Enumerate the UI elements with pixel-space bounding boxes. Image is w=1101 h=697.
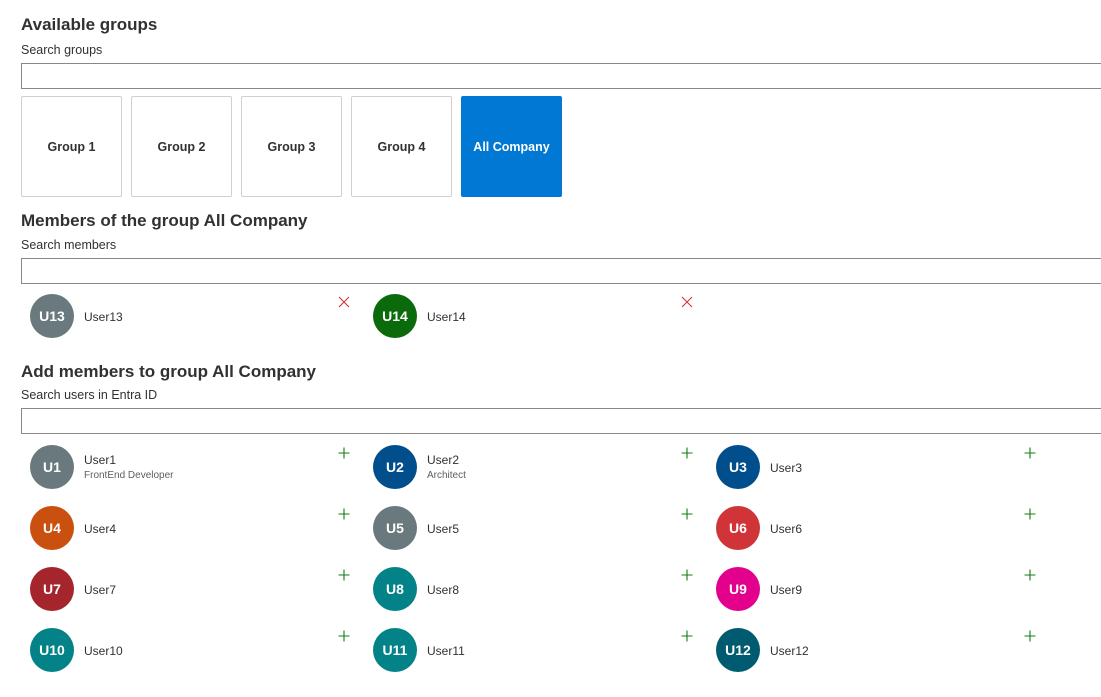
user-name: User1 [84, 453, 117, 467]
user-item: U5 User5 [364, 506, 694, 556]
add-icon [681, 447, 693, 459]
search-groups-input[interactable] [21, 63, 1101, 89]
user-name: User12 [770, 644, 809, 658]
avatar: U1 [30, 445, 74, 489]
user-item: U11 User11 [364, 628, 694, 678]
group-tile[interactable]: Group 4 [351, 96, 452, 197]
add-icon [681, 569, 693, 581]
remove-member-button[interactable] [336, 294, 352, 310]
avatar: U8 [373, 567, 417, 611]
add-icon [338, 630, 350, 642]
avatar: U12 [716, 628, 760, 672]
user-name: User5 [427, 522, 460, 536]
add-icon [338, 569, 350, 581]
user-name: User4 [84, 522, 117, 536]
user-name: User7 [84, 583, 117, 597]
user-item: U2 User2 Architect [364, 445, 694, 495]
group-tile[interactable]: Group 2 [131, 96, 232, 197]
add-icon [1024, 569, 1036, 581]
avatar: U2 [373, 445, 417, 489]
member-item: U14 User14 [364, 294, 694, 344]
remove-icon [681, 296, 693, 308]
add-icon [1024, 508, 1036, 520]
add-member-button[interactable] [679, 567, 695, 583]
user-item: U3 User3 [707, 445, 1037, 495]
search-members-label: Search members [21, 238, 117, 252]
group-tile[interactable]: Group 3 [241, 96, 342, 197]
user-name: User13 [84, 310, 123, 324]
add-members-heading: Add members to group All Company [21, 362, 317, 381]
user-item: U10 User10 [21, 628, 351, 678]
add-member-button[interactable] [679, 506, 695, 522]
user-item: U6 User6 [707, 506, 1037, 556]
add-icon [1024, 447, 1036, 459]
add-icon [681, 630, 693, 642]
add-icon [338, 508, 350, 520]
avatar: U13 [30, 294, 74, 338]
avatar: U4 [30, 506, 74, 550]
add-icon [681, 508, 693, 520]
user-name: User3 [770, 461, 803, 475]
add-member-button[interactable] [336, 506, 352, 522]
members-heading: Members of the group All Company [21, 211, 308, 230]
add-member-button[interactable] [1022, 445, 1038, 461]
user-title: FrontEnd Developer [84, 470, 174, 481]
user-title: Architect [427, 470, 466, 481]
group-tile[interactable]: Group 1 [21, 96, 122, 197]
group-tile[interactable]: All Company [461, 96, 562, 197]
user-item: U1 User1 FrontEnd Developer [21, 445, 351, 495]
member-item: U13 User13 [21, 294, 351, 344]
avatar: U6 [716, 506, 760, 550]
user-name: User2 [427, 453, 460, 467]
avatar: U14 [373, 294, 417, 338]
user-name: User10 [84, 644, 123, 658]
add-member-button[interactable] [336, 445, 352, 461]
avatar: U11 [373, 628, 417, 672]
add-icon [338, 447, 350, 459]
user-name: User14 [427, 310, 466, 324]
avatar: U5 [373, 506, 417, 550]
add-member-button[interactable] [336, 567, 352, 583]
user-item: U9 User9 [707, 567, 1037, 617]
user-name: User9 [770, 583, 803, 597]
search-users-label: Search users in Entra ID [21, 388, 158, 402]
avatar: U7 [30, 567, 74, 611]
user-name: User11 [427, 644, 465, 658]
avatar: U10 [30, 628, 74, 672]
available-groups-heading: Available groups [21, 15, 158, 34]
search-groups-label: Search groups [21, 43, 103, 57]
add-member-button[interactable] [679, 445, 695, 461]
search-users-input[interactable] [21, 408, 1101, 434]
add-member-button[interactable] [679, 628, 695, 644]
search-members-input[interactable] [21, 258, 1101, 284]
user-name: User8 [427, 583, 460, 597]
remove-member-button[interactable] [679, 294, 695, 310]
user-item: U7 User7 [21, 567, 351, 617]
avatar: U9 [716, 567, 760, 611]
add-member-button[interactable] [1022, 506, 1038, 522]
add-member-button[interactable] [1022, 628, 1038, 644]
add-member-button[interactable] [1022, 567, 1038, 583]
remove-icon [338, 296, 350, 308]
add-member-button[interactable] [336, 628, 352, 644]
add-icon [1024, 630, 1036, 642]
user-item: U4 User4 [21, 506, 351, 556]
avatar: U3 [716, 445, 760, 489]
user-item: U12 User12 [707, 628, 1037, 678]
user-name: User6 [770, 522, 803, 536]
user-item: U8 User8 [364, 567, 694, 617]
